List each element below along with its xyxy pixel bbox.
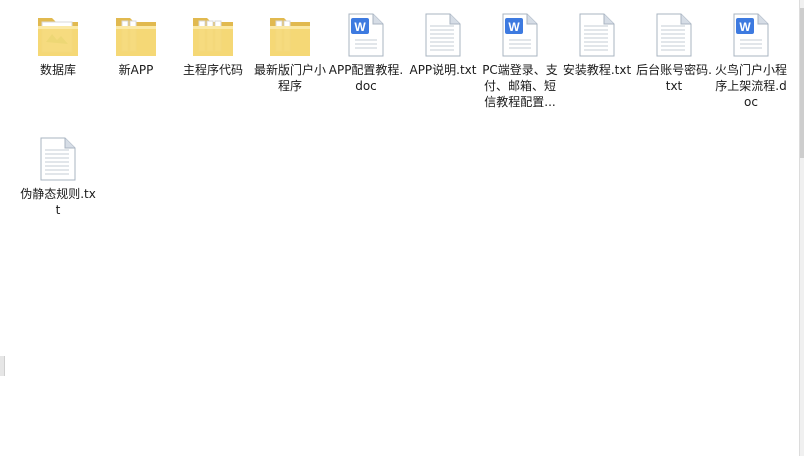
left-edge-handle (0, 356, 5, 376)
file-item-mini-program-folder[interactable]: 最新版门户小程序 (252, 10, 328, 94)
file-item-pc-config-doc[interactable]: W PC端登录、支付、邮箱、短信教程配置... (482, 10, 558, 110)
file-label: 安装教程.txt (562, 63, 632, 77)
word-doc-icon: W (342, 10, 390, 58)
word-doc-icon: W (727, 10, 775, 58)
text-file-icon (34, 134, 82, 182)
file-item-install-txt[interactable]: 安装教程.txt (559, 10, 635, 78)
svg-text:W: W (508, 20, 520, 34)
file-label: 数据库 (39, 63, 76, 77)
file-label: 火鸟门户小程序上架流程.doc (714, 63, 787, 109)
file-item-app-readme-txt[interactable]: APP说明.txt (405, 10, 481, 78)
file-label: 最新版门户小程序 (253, 63, 326, 93)
text-file-icon (419, 10, 467, 58)
svg-text:W: W (354, 20, 366, 34)
word-doc-icon: W (496, 10, 544, 58)
file-label: APP说明.txt (409, 63, 477, 77)
text-file-icon (650, 10, 698, 58)
file-item-admin-password-txt[interactable]: 后台账号密码.txt (636, 10, 712, 94)
text-file-icon (573, 10, 621, 58)
file-label: APP配置教程.doc (328, 63, 404, 93)
file-label: PC端登录、支付、邮箱、短信教程配置... (482, 63, 558, 109)
file-label: 主程序代码 (182, 63, 243, 77)
file-label: 后台账号密码.txt (636, 63, 712, 93)
svg-text:W: W (739, 20, 751, 34)
file-label: 新APP (118, 63, 154, 77)
folder-icon (266, 10, 314, 58)
file-label: 伪静态规则.txt (20, 187, 96, 217)
scrollbar-thumb[interactable] (800, 8, 804, 158)
folder-icon (189, 10, 237, 58)
file-item-rewrite-rules-txt[interactable]: 伪静态规则.txt (20, 134, 96, 218)
file-item-new-app-folder[interactable]: 新APP (98, 10, 174, 78)
file-item-main-code-folder[interactable]: 主程序代码 (175, 10, 251, 78)
file-explorer-view: 数据库 新APP 主程序代码 最新版门户小程序 W APP配置教程.doc AP… (0, 0, 804, 456)
folder-icon (112, 10, 160, 58)
file-item-listing-process-doc[interactable]: W 火鸟门户小程序上架流程.doc (713, 10, 789, 110)
folder-icon (34, 10, 82, 58)
file-item-app-config-doc[interactable]: W APP配置教程.doc (328, 10, 404, 94)
file-item-database-folder[interactable]: 数据库 (20, 10, 96, 78)
